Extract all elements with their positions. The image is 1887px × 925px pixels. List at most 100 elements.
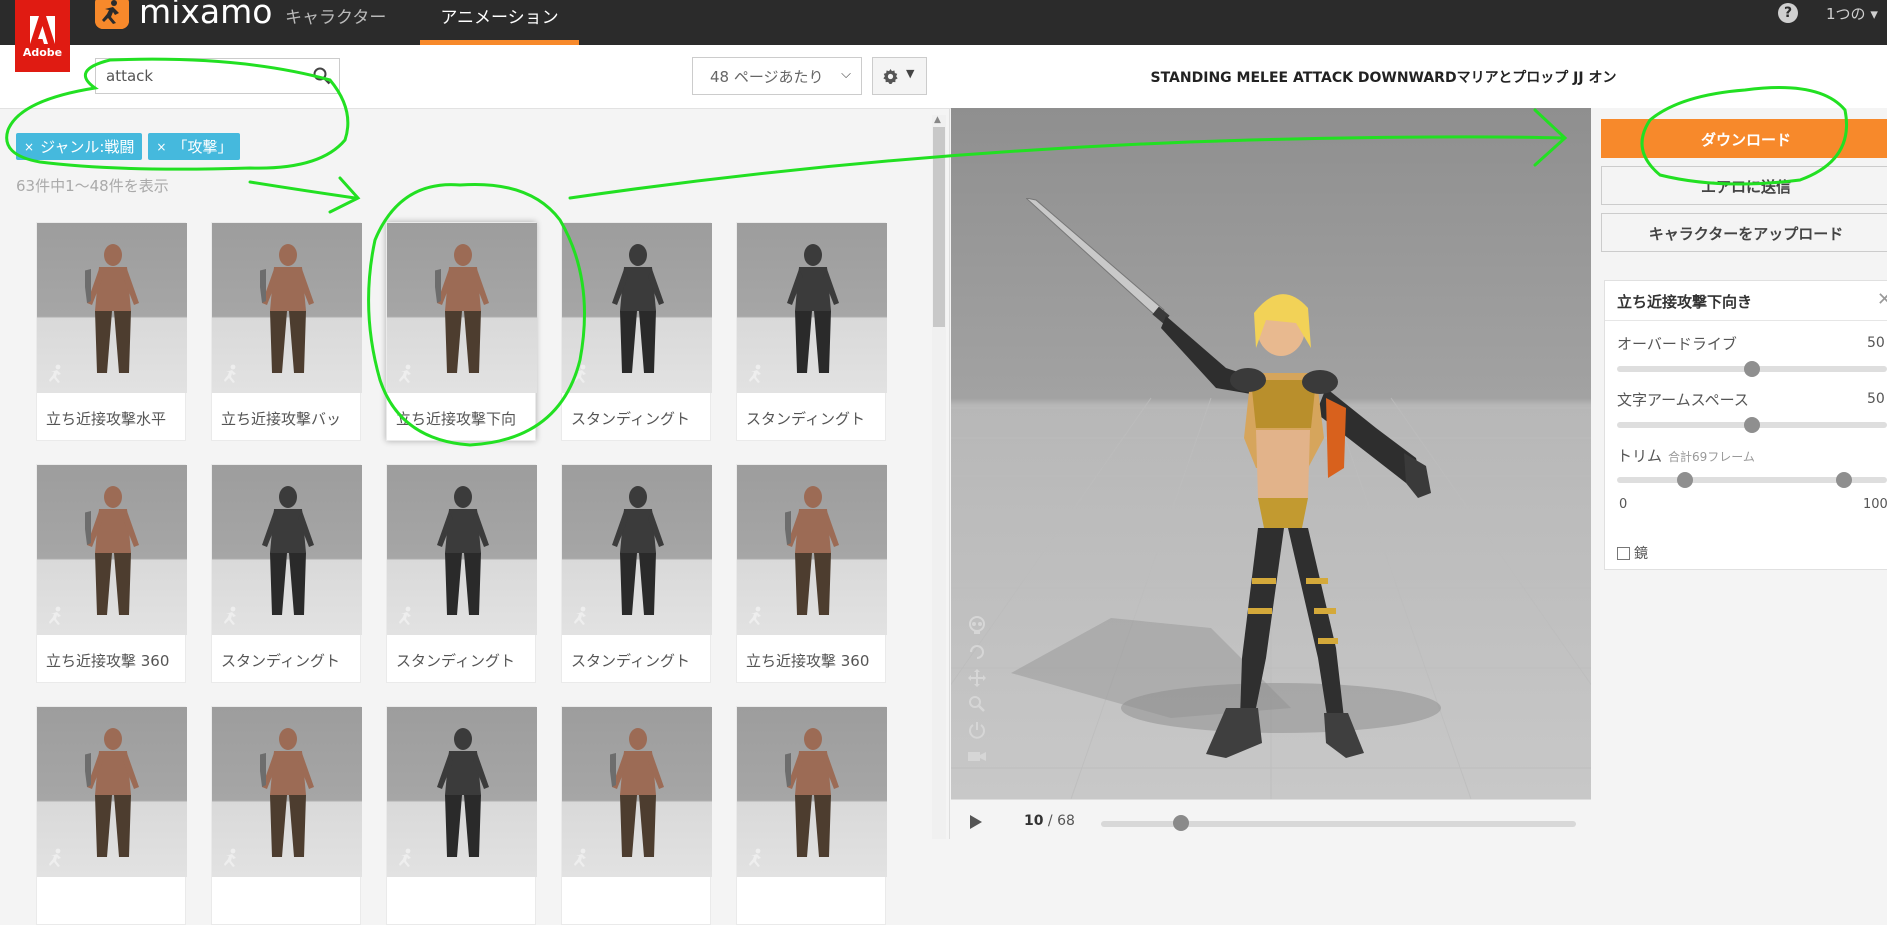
scrollbar[interactable]: ▲ bbox=[932, 115, 946, 839]
download-button[interactable]: ダウンロード bbox=[1601, 119, 1887, 158]
scroll-thumb[interactable] bbox=[933, 127, 945, 327]
character-figure bbox=[85, 486, 139, 615]
animation-card[interactable]: スタンディングト bbox=[561, 464, 712, 683]
account-label: 1つの bbox=[1826, 5, 1866, 23]
animation-card[interactable]: 立ち近接攻撃 360 bbox=[736, 464, 887, 683]
nav-animations[interactable]: アニメーション bbox=[420, 0, 579, 45]
animation-card[interactable] bbox=[36, 706, 187, 925]
overdrive-value: 50 bbox=[1867, 335, 1885, 351]
animation-type-icon bbox=[749, 364, 761, 383]
filter-tags: × ジャンル:戦闘 × 「攻撃」 bbox=[16, 133, 246, 160]
trim-note: 合計69フレーム bbox=[1668, 450, 1755, 464]
character-figure bbox=[612, 486, 664, 615]
frame-total: 68 bbox=[1057, 813, 1075, 829]
settings-dropdown-button[interactable]: ▼ bbox=[872, 57, 927, 95]
play-icon[interactable] bbox=[969, 814, 983, 830]
scroll-up-icon[interactable]: ▲ bbox=[934, 115, 941, 125]
mixamo-brand[interactable]: mixamo bbox=[95, 0, 272, 31]
upload-character-button[interactable]: キャラクターをアップロード bbox=[1601, 213, 1887, 252]
filter-tag[interactable]: × 「攻撃」 bbox=[148, 133, 241, 160]
search-input[interactable] bbox=[106, 67, 306, 85]
rotate-icon[interactable] bbox=[967, 642, 987, 662]
character-figure bbox=[437, 486, 489, 615]
animation-type-icon bbox=[49, 364, 61, 383]
animation-card[interactable] bbox=[386, 706, 537, 925]
filter-tag-label: ジャンル:戦闘 bbox=[40, 138, 135, 156]
animation-card[interactable]: スタンディングト bbox=[561, 222, 712, 441]
overdrive-label: オーバードライブ bbox=[1617, 335, 1737, 353]
mirror-label: 鏡 bbox=[1634, 546, 1648, 562]
reset-view-icon[interactable] bbox=[967, 720, 987, 740]
mixamo-logo-icon bbox=[95, 0, 129, 29]
gear-icon bbox=[883, 69, 898, 84]
skeleton-icon[interactable] bbox=[967, 616, 987, 636]
animation-card[interactable] bbox=[736, 706, 887, 925]
chevron-down-icon: ▼ bbox=[906, 67, 915, 80]
trim-max: 100 bbox=[1863, 497, 1887, 512]
remove-tag-icon[interactable]: × bbox=[24, 140, 34, 154]
mirror-option[interactable]: 鏡 bbox=[1617, 543, 1648, 563]
animation-card-label: スタンディングト bbox=[396, 652, 515, 670]
animation-thumbnail bbox=[212, 465, 362, 635]
help-icon[interactable]: ? bbox=[1778, 3, 1798, 23]
animation-card[interactable]: 立ち近接攻撃 360 bbox=[36, 464, 187, 683]
overdrive-slider-handle[interactable] bbox=[1744, 361, 1760, 377]
mirror-checkbox[interactable] bbox=[1617, 546, 1630, 560]
remove-tag-icon[interactable]: × bbox=[156, 140, 166, 154]
animation-card[interactable] bbox=[211, 706, 362, 925]
send-to-aero-button[interactable]: エアロに送信 bbox=[1601, 166, 1887, 205]
trim-end-handle[interactable] bbox=[1835, 472, 1852, 488]
character-model bbox=[1026, 198, 1431, 758]
character-figure bbox=[435, 244, 489, 373]
chevron-down-icon: ▾ bbox=[1870, 5, 1878, 23]
animation-card[interactable] bbox=[561, 706, 712, 925]
close-icon[interactable]: ✕ bbox=[1877, 289, 1887, 310]
character-figure bbox=[85, 728, 139, 857]
animation-thumbnail bbox=[387, 465, 537, 635]
animation-card[interactable]: 立ち近接攻撃水平 bbox=[36, 222, 187, 441]
per-page-select[interactable]: 48 ページあたり ⌵ bbox=[692, 57, 862, 95]
arm-space-value: 50 bbox=[1867, 391, 1885, 407]
character-figure bbox=[785, 486, 839, 615]
animation-type-icon bbox=[574, 848, 586, 867]
zoom-icon[interactable] bbox=[967, 694, 987, 714]
animation-thumbnail bbox=[737, 465, 887, 635]
account-menu[interactable]: 1つの ▾ bbox=[1826, 3, 1878, 24]
action-panel: ダウンロード エアロに送信 キャラクターをアップロード 立ち近接攻撃下向き ✕ … bbox=[1591, 108, 1887, 839]
animation-card[interactable]: スタンディングト bbox=[386, 464, 537, 683]
3d-viewport[interactable] bbox=[951, 108, 1591, 799]
animation-card[interactable]: 立ち近接攻撃下向 bbox=[386, 222, 537, 441]
adobe-logo[interactable]: Adobe bbox=[15, 0, 70, 72]
character-figure bbox=[785, 728, 839, 857]
animation-thumbnail bbox=[37, 465, 187, 635]
animation-type-icon bbox=[224, 848, 236, 867]
animation-type-icon bbox=[749, 848, 761, 867]
arm-space-slider-handle[interactable] bbox=[1744, 417, 1760, 433]
search-icon[interactable] bbox=[313, 67, 331, 85]
animation-card[interactable]: 立ち近接攻撃バッ bbox=[211, 222, 362, 441]
settings-title: 立ち近接攻撃下向き bbox=[1605, 281, 1887, 321]
timeline-scrubber[interactable] bbox=[1173, 815, 1189, 831]
character-figure bbox=[260, 244, 314, 373]
trim-start-handle[interactable] bbox=[1676, 472, 1693, 488]
trim-label-text: トリム bbox=[1617, 447, 1663, 465]
character-figure bbox=[612, 244, 664, 373]
trim-label: トリム 合計69フレーム bbox=[1617, 445, 1755, 466]
animation-card-label: 立ち近接攻撃 360 bbox=[746, 652, 870, 670]
adobe-logo-text: Adobe bbox=[22, 46, 63, 59]
pan-icon[interactable] bbox=[967, 668, 987, 688]
animation-card[interactable]: スタンディングト bbox=[211, 464, 362, 683]
animation-thumbnail bbox=[387, 223, 537, 393]
animation-type-icon bbox=[224, 606, 236, 625]
camera-icon[interactable] bbox=[967, 746, 987, 766]
character-figure bbox=[260, 728, 314, 857]
arm-space-label: 文字アームスペース bbox=[1617, 391, 1749, 409]
animation-card[interactable]: スタンディングト bbox=[736, 222, 887, 441]
animation-type-icon bbox=[49, 848, 61, 867]
filter-tag[interactable]: × ジャンル:戦闘 bbox=[16, 133, 143, 160]
animation-type-icon bbox=[399, 364, 411, 383]
animation-card-label: スタンディングト bbox=[571, 652, 690, 670]
nav-characters[interactable]: キャラクター bbox=[285, 0, 386, 45]
character-figure bbox=[85, 244, 139, 373]
animation-card-label: 立ち近接攻撃下向 bbox=[396, 410, 517, 428]
